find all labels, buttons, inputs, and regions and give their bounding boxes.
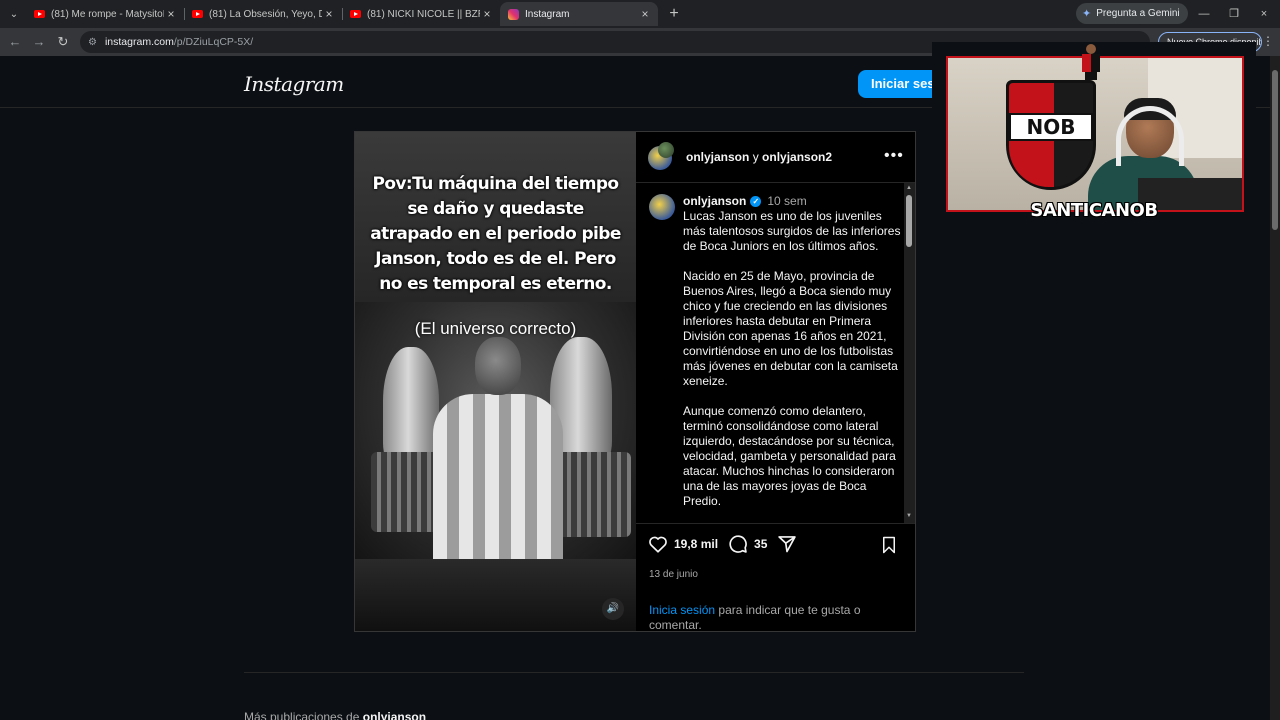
share-icon[interactable]	[777, 534, 797, 554]
tab-title: (81) Me rompe - MatysitoFlow	[51, 8, 164, 20]
section-divider	[244, 672, 1024, 673]
verified-badge-icon: ✓	[750, 195, 762, 207]
close-tab-icon[interactable]: ×	[638, 7, 652, 21]
post-date[interactable]: 13 de junio	[649, 569, 698, 580]
like-count[interactable]: 19,8 mil	[674, 537, 718, 551]
figure-shorts	[1085, 72, 1097, 80]
figure-shirt	[1082, 54, 1100, 72]
more-posts-user[interactable]: onlyjanson	[363, 710, 426, 720]
caption-avatar[interactable]	[649, 194, 675, 220]
scroll-thumb[interactable]	[906, 195, 912, 247]
instagram-logo[interactable]: Instagram	[244, 72, 344, 96]
browser-tab[interactable]: (81) NICKI NICOLE || BZRP Mus ×	[342, 2, 500, 26]
post-caption: onlyjanson ✓ 10 sem Lucas Janson es uno …	[636, 183, 915, 523]
caption-paragraph: Aunque comenzó como delantero, terminó c…	[683, 404, 896, 508]
url-path: /p/DZiuLqCP-5X/	[173, 36, 254, 48]
post-authors[interactable]: onlyjanson y onlyjanson2	[686, 150, 832, 164]
like-heart-icon[interactable]	[648, 535, 668, 553]
browser-tab[interactable]: (81) Me rompe - MatysitoFlow ×	[26, 2, 184, 26]
post-card: Pov:Tu máquina del tiempo se daño y qued…	[354, 131, 916, 632]
login-link[interactable]: Inicia sesión	[649, 603, 715, 617]
collab-avatar[interactable]	[658, 142, 674, 158]
tab-search-chevron-icon[interactable]: ⌄	[4, 4, 24, 24]
instagram-icon	[508, 8, 519, 20]
more-posts-heading: Más publicaciones de onlyjanson	[244, 710, 426, 720]
tab-title: (81) La Obsesión, Yeyo, Doony	[209, 8, 322, 20]
webcam-overlay: NOB SANTICANOB	[932, 42, 1256, 224]
close-tab-icon[interactable]: ×	[164, 7, 178, 21]
login-prompt: Inicia sesión para indicar que te gusta …	[649, 603, 869, 633]
author-name[interactable]: onlyjanson	[686, 150, 749, 164]
author-joiner: y	[752, 150, 759, 164]
action-row: 19,8 mil 35	[648, 534, 797, 554]
close-tab-icon[interactable]: ×	[322, 7, 336, 21]
headset-image	[1116, 106, 1184, 166]
browser-menu-icon[interactable]: ⋮	[1262, 34, 1274, 48]
restore-icon[interactable]: ❐	[1224, 4, 1244, 24]
tab-title: Instagram	[525, 8, 570, 20]
site-info-icon[interactable]: ⚙	[88, 37, 97, 48]
forward-arrow-icon[interactable]: →	[29, 32, 49, 52]
post-video[interactable]: Pov:Tu máquina del tiempo se daño y qued…	[355, 132, 636, 631]
scroll-down-icon[interactable]: ▼	[906, 513, 913, 519]
caption-body: Lucas Janson es uno de los juveniles más…	[683, 209, 905, 523]
url-host: instagram.com	[104, 36, 174, 48]
new-tab-icon[interactable]: +	[664, 4, 684, 24]
more-posts-prefix: Más publicaciones de	[244, 710, 360, 720]
collab-name[interactable]: onlyjanson2	[762, 150, 832, 164]
player-shirt-image	[433, 394, 563, 559]
back-arrow-icon[interactable]: ←	[5, 32, 25, 52]
minimize-icon[interactable]: —	[1194, 4, 1214, 24]
trophy-left-image	[383, 347, 439, 467]
video-caption-subtitle: (El universo correcto)	[414, 319, 577, 338]
comment-icon[interactable]	[728, 534, 748, 554]
post-header: onlyjanson y onlyjanson2 •••	[636, 132, 915, 183]
close-tab-icon[interactable]: ×	[480, 7, 494, 21]
post-sidebar: onlyjanson y onlyjanson2 ••• onlyjanson …	[636, 132, 915, 633]
youtube-icon	[192, 10, 203, 18]
caption-header: onlyjanson ✓ 10 sem	[683, 194, 807, 208]
close-window-icon[interactable]: ×	[1254, 4, 1274, 24]
page-scrollbar[interactable]	[1270, 56, 1280, 720]
mute-icon[interactable]: 🔊	[602, 598, 624, 620]
tab-title: (81) NICKI NICOLE || BZRP Mus	[367, 8, 480, 20]
caption-username[interactable]: onlyjanson	[683, 194, 746, 208]
bookmark-icon[interactable]	[881, 536, 897, 559]
browser-tab-active[interactable]: Instagram ×	[500, 2, 658, 26]
caption-scrollbar[interactable]: ▲ ▼	[904, 183, 915, 523]
gemini-label: Pregunta a Gemini	[1096, 8, 1180, 19]
comment-count[interactable]: 35	[754, 537, 767, 551]
gemini-button[interactable]: ✦ Pregunta a Gemini	[1076, 3, 1188, 24]
youtube-icon	[34, 10, 45, 18]
player-head-image	[475, 337, 521, 395]
streamer-name: SANTICANOB	[1030, 200, 1158, 221]
club-shield-image: NOB	[1006, 80, 1096, 190]
more-options-icon[interactable]: •••	[884, 147, 904, 165]
youtube-icon	[350, 10, 361, 18]
video-caption-text: Pov:Tu máquina del tiempo se daño y qued…	[370, 174, 621, 294]
post-actions: 19,8 mil 35 13 de junio Inicia sesión pa…	[636, 523, 915, 633]
caption-paragraph: Nacido en 25 de Mayo, provincia de Bueno…	[683, 269, 898, 388]
scroll-up-icon[interactable]: ▲	[906, 185, 913, 191]
caption-timestamp[interactable]: 10 sem	[767, 194, 806, 208]
reload-icon[interactable]: ↻	[53, 32, 73, 52]
shield-text: NOB	[1026, 115, 1076, 139]
browser-tab-bar: ⌄ (81) Me rompe - MatysitoFlow × (81) La…	[0, 0, 1280, 28]
player-figure-icon	[1080, 44, 1102, 80]
video-bottom-background	[355, 559, 636, 631]
caption-paragraph: Lucas Janson es uno de los juveniles más…	[683, 209, 901, 253]
page-scroll-thumb[interactable]	[1272, 70, 1278, 230]
figure-head	[1086, 44, 1096, 54]
browser-tab[interactable]: (81) La Obsesión, Yeyo, Doony ×	[184, 2, 342, 26]
gemini-sparkle-icon: ✦	[1082, 8, 1092, 20]
